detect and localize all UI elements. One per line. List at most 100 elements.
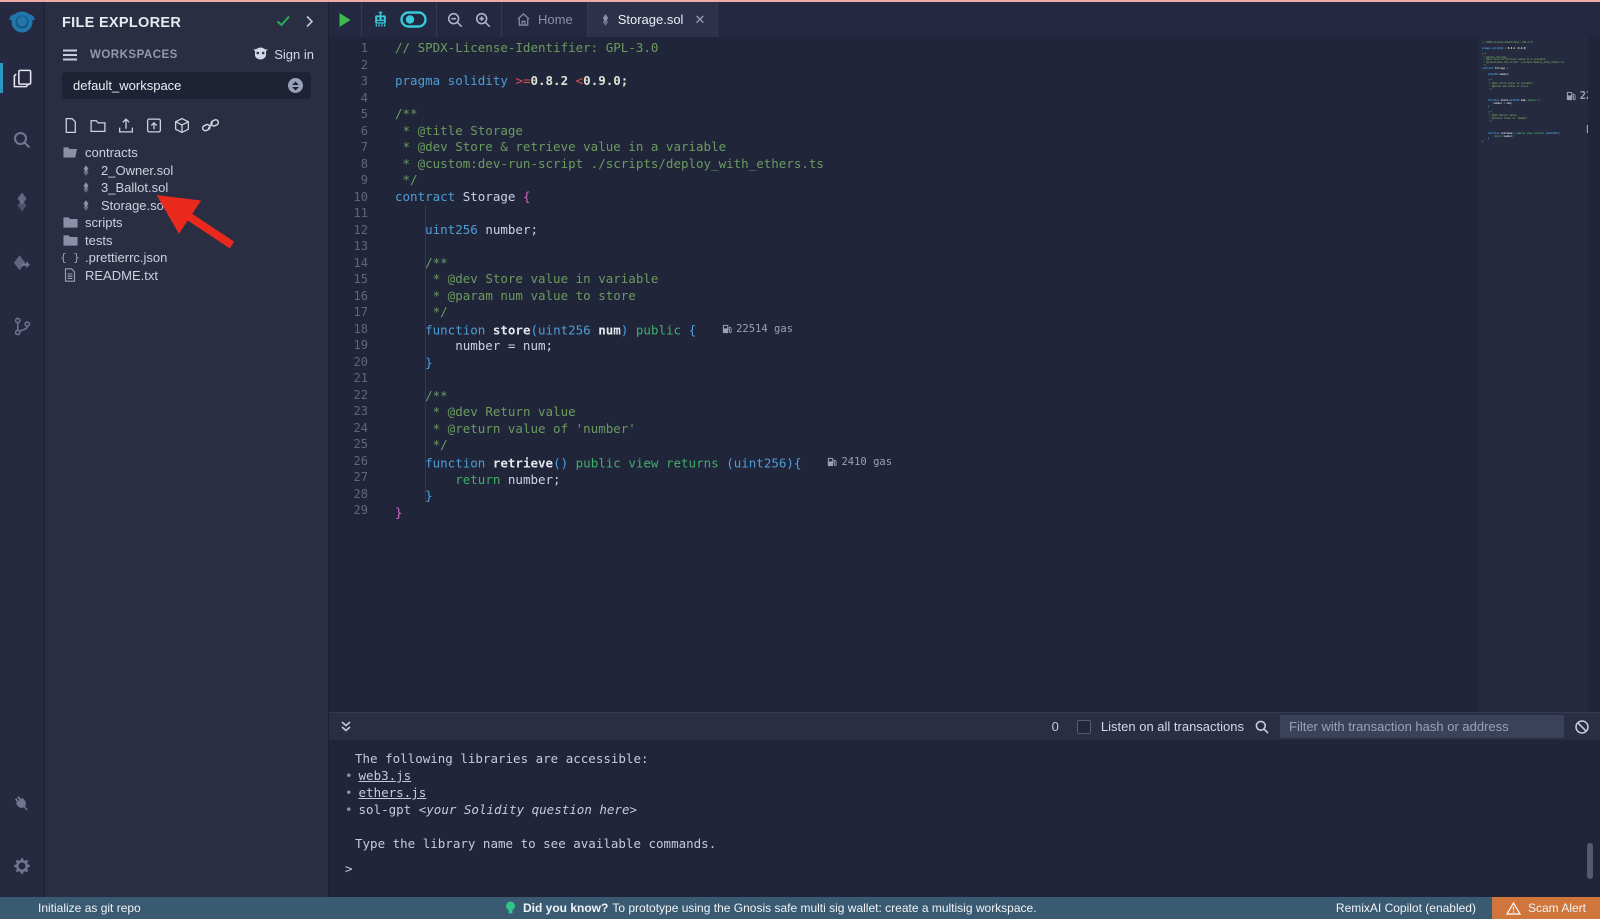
code-line-17[interactable]: */ [395,304,1478,321]
code-line-24[interactable]: * @return value of 'number' [395,421,1478,438]
zoom-in-icon[interactable] [474,11,492,29]
code-line-1[interactable]: // SPDX-License-Identifier: GPL-3.0 [395,40,1478,57]
solidity-compiler-icon[interactable] [0,181,45,223]
terminal-prompt[interactable]: > [339,860,1600,877]
tree-item-contracts[interactable]: contracts [45,144,328,162]
new-folder-icon[interactable] [89,117,107,134]
code-line-28[interactable]: } [395,488,1478,505]
tree-item-readme-txt[interactable]: README.txt [45,267,328,285]
code-line-10[interactable]: contract Storage { [395,189,1478,206]
settings-gear-icon[interactable] [0,845,45,887]
side-panel: FILE EXPLORER WORKSPACES Sign in [45,2,329,897]
ai-copilot-robot-icon[interactable] [371,10,390,29]
tab-home[interactable]: Home [502,2,588,37]
folder-icon [62,216,78,229]
code-line-27[interactable]: return number; [395,472,1478,489]
did-you-know-tip: Did you know?To prototype using the Gnos… [505,901,1037,916]
remix-logo[interactable] [0,2,45,47]
chevron-right-icon[interactable] [305,15,314,32]
clear-console-icon[interactable] [1574,719,1590,735]
code-line-18[interactable]: function store(uint256 num) public {2251… [395,321,1478,339]
file-icon [62,268,78,282]
workspace-sort-icon[interactable] [288,78,303,93]
zoom-out-icon[interactable] [446,11,464,29]
code-line-5[interactable]: /** [395,106,1478,123]
scam-alert-button[interactable]: Scam Alert [1492,897,1600,919]
panel-title: FILE EXPLORER [62,15,276,31]
code-line-14[interactable]: /** [395,255,1478,272]
sign-in-button[interactable]: Sign in [252,47,314,62]
code-line-6[interactable]: * @title Storage [395,123,1478,140]
code-line-11[interactable] [395,205,1478,222]
git-init-button[interactable]: Initialize as git repo [38,901,141,915]
link-icon[interactable] [201,117,220,134]
terminal-line[interactable]: •web3.js [339,767,1600,784]
transaction-count: 0 [1052,719,1059,734]
terminal-collapse-icon[interactable] [339,720,353,734]
hamburger-menu-icon[interactable] [62,49,78,61]
code-line-26[interactable]: function retrieve() public view returns … [395,454,1478,472]
tree-item-scripts[interactable]: scripts [45,214,328,232]
file-explorer-icon[interactable] [0,57,45,99]
terminal-search-icon[interactable] [1254,719,1270,735]
deploy-and-run-icon[interactable] [0,243,45,285]
editor-toolbar: Home Storage.sol ✕ [329,2,1600,37]
terminal-line: The following libraries are accessible: [339,750,1600,767]
code-lines[interactable]: // SPDX-License-Identifier: GPL-3.0 prag… [382,37,1478,712]
code-line-22[interactable]: /** [395,388,1478,405]
terminal-output[interactable]: The following libraries are accessible:•… [329,740,1600,897]
status-bar: Initialize as git repo Did you know?To p… [0,897,1600,919]
code-line-19[interactable]: number = num; [395,338,1478,355]
tab-label: Storage.sol [618,12,684,27]
copilot-toggle[interactable] [400,11,427,28]
listen-all-checkbox[interactable] [1077,720,1091,734]
tab-close-icon[interactable]: ✕ [694,12,705,28]
code-editor[interactable]: 1234567891011121314151617181920212223242… [329,37,1600,712]
minimap[interactable]: // SPDX-License-Identifier: GPL-3.0 prag… [1478,37,1588,712]
solidity-icon [78,164,94,177]
code-line-8[interactable]: * @custom:dev-run-script ./scripts/deplo… [395,156,1478,173]
code-line-25[interactable]: */ [395,437,1478,454]
copilot-status[interactable]: RemixAI Copilot (enabled) [1336,901,1476,915]
box-icon[interactable] [173,117,191,134]
folder-open-icon [62,146,78,159]
plugin-manager-icon[interactable] [0,783,45,825]
git-icon[interactable] [0,305,45,347]
terminal-line[interactable]: •ethers.js [339,784,1600,801]
code-line-4[interactable] [395,90,1478,107]
tree-item-tests[interactable]: tests [45,232,328,250]
code-line-20[interactable]: } [395,355,1478,372]
workspace-select[interactable]: default_workspace [62,72,311,99]
upload-folder-icon[interactable] [145,117,163,134]
check-icon[interactable] [276,14,291,32]
tree-item-2-owner-sol[interactable]: 2_Owner.sol [45,162,328,180]
upload-file-icon[interactable] [117,117,135,134]
code-line-3[interactable]: pragma solidity >=0.8.2 <0.9.0; [395,73,1478,90]
code-line-7[interactable]: * @dev Store & retrieve value in a varia… [395,139,1478,156]
code-line-15[interactable]: * @dev Store value in variable [395,271,1478,288]
search-icon[interactable] [0,119,45,161]
terminal-line: •sol-gpt <your Solidity question here> [339,801,1600,818]
code-line-12[interactable]: uint256 number; [395,222,1478,239]
file-tree: contracts2_Owner.sol3_Ballot.solStorage.… [45,140,328,284]
tree-item-3-ballot-sol[interactable]: 3_Ballot.sol [45,179,328,197]
terminal-line: Type the library name to see available c… [339,835,1600,852]
code-line-29[interactable]: } [395,505,1478,522]
listen-all-label: Listen on all transactions [1101,719,1244,734]
run-script-button[interactable] [338,12,352,28]
new-file-icon[interactable] [62,117,79,134]
tree-item--prettierrc-json[interactable]: { }.prettierrc.json [45,249,328,267]
lightbulb-icon [505,901,516,916]
code-line-23[interactable]: * @dev Return value [395,404,1478,421]
transaction-filter-input[interactable] [1280,715,1564,738]
code-line-2[interactable] [395,57,1478,74]
code-line-21[interactable] [395,371,1478,388]
terminal-scrollbar[interactable] [1587,843,1593,879]
github-icon [252,47,269,62]
tab-storage-sol[interactable]: Storage.sol ✕ [588,2,719,37]
code-line-9[interactable]: */ [395,172,1478,189]
code-line-13[interactable] [395,238,1478,255]
code-line-16[interactable]: * @param num value to store [395,288,1478,305]
gas-estimate: 22514 gas [1566,91,1588,101]
tree-item-storage-sol[interactable]: Storage.sol [45,197,328,215]
